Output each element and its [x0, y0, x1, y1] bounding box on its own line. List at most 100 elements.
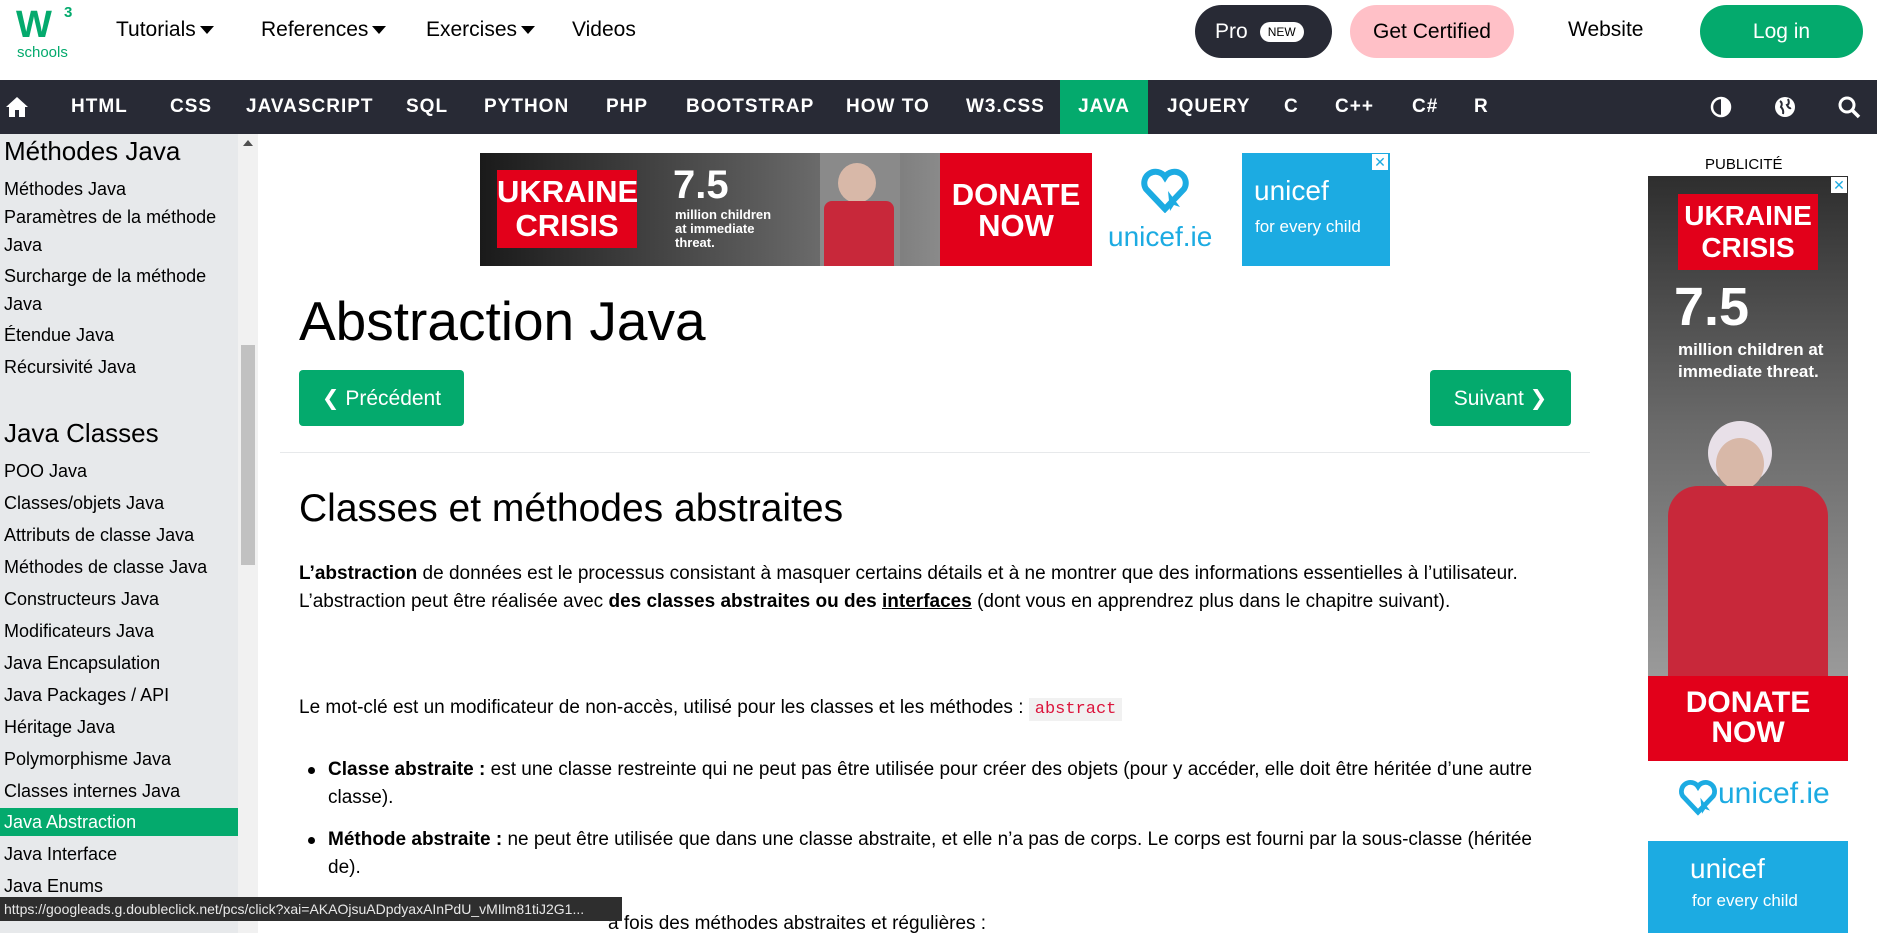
paragraph-1-text: de données est le processus consistant à… — [417, 563, 1518, 584]
side-banner-ad[interactable]: UKRAINE CRISIS 7.5 million children at i… — [1648, 176, 1848, 933]
videos-label: Videos — [572, 18, 636, 41]
references-menu[interactable]: References — [261, 18, 387, 42]
sidebar-item-oop[interactable]: POO Java — [4, 457, 232, 485]
side-heart-cursor-icon — [1678, 778, 1718, 821]
sidebar-item-abstraction[interactable]: Java Abstraction — [0, 808, 238, 836]
new-badge: NEW — [1259, 21, 1304, 42]
bullet-1-bold: Classe abstraite : — [328, 759, 486, 780]
search-icon[interactable] — [1836, 80, 1862, 134]
sidebar-item-attributes[interactable]: Attributs de classe Java — [4, 521, 232, 549]
sidebar-item-constructors[interactable]: Constructeurs Java — [4, 585, 232, 613]
w3schools-logo[interactable]: W 3 schools — [16, 4, 82, 62]
exercises-label: Exercises — [426, 18, 518, 41]
divider — [280, 452, 1590, 453]
list-item-abstract-method: Méthode abstraite : ne peut être utilisé… — [308, 826, 1568, 882]
bold-abstraction: L’abstraction — [299, 563, 418, 584]
logo-3: 3 — [64, 4, 73, 21]
list-item-abstract-class: Classe abstraite : est une classe restre… — [308, 756, 1568, 812]
nav-r[interactable]: R — [1474, 80, 1489, 134]
bullet-1-text: est une classe restreinte qui ne peut pa… — [328, 759, 1533, 808]
sidebar-item-inheritance[interactable]: Héritage Java — [4, 713, 232, 741]
sidebar: Méthodes Java Méthodes Java Paramètres d… — [0, 134, 258, 933]
sidebar-item-classes-objects[interactable]: Classes/objets Java — [4, 489, 232, 517]
videos-link[interactable]: Videos — [572, 18, 636, 42]
login-button[interactable]: Log in — [1700, 5, 1863, 58]
nav-c[interactable]: C — [1284, 80, 1299, 134]
section-heading: Classes et méthodes abstraites — [299, 487, 844, 530]
tutorials-menu[interactable]: Tutorials — [116, 18, 214, 42]
nav-java[interactable]: JAVA — [1060, 80, 1148, 134]
nav-jquery[interactable]: JQUERY — [1167, 80, 1250, 134]
sidebar-item-overloading[interactable]: Surcharge de la méthode — [4, 262, 232, 290]
sidebar-item-inner-classes[interactable]: Classes internes Java — [4, 777, 232, 805]
side-ad-site: unicef.ie — [1718, 777, 1830, 810]
exercises-menu[interactable]: Exercises — [426, 18, 536, 42]
nav-sql[interactable]: SQL — [406, 80, 448, 134]
tutorials-label: Tutorials — [116, 18, 196, 41]
sidebar-item-packages[interactable]: Java Packages / API — [4, 681, 232, 709]
nav-bootstrap[interactable]: BOOTSTRAP — [686, 80, 814, 134]
side-ad-child-face — [1716, 438, 1764, 490]
nav-csharp[interactable]: C# — [1412, 80, 1438, 134]
side-ad-child-coat — [1668, 486, 1828, 676]
logo-w: W — [16, 4, 52, 46]
page-title: Abstraction Java — [299, 290, 706, 352]
side-ad-brand: unicef — [1690, 853, 1765, 884]
sidebar-item-recursion[interactable]: Récursivité Java — [4, 353, 232, 381]
nav-python[interactable]: PYTHON — [484, 80, 569, 134]
side-ad-crisis: UKRAINE CRISIS — [1678, 194, 1818, 270]
next-button[interactable]: Suivant ❯ — [1430, 370, 1571, 426]
nav-php[interactable]: PHP — [606, 80, 648, 134]
abstract-code: abstract — [1028, 698, 1123, 721]
sidebar-item-params[interactable]: Paramètres de la méthode — [4, 203, 232, 231]
ad-label: PUBLICITÉ — [1705, 156, 1783, 173]
paragraph-2-start: L’abstraction peut être réalisée avec — [299, 591, 609, 612]
paragraph-abstraction: L’abstraction de données est le processu… — [299, 560, 1589, 616]
side-ad-caption: million children at immediate threat. — [1678, 340, 1824, 381]
nav-cpp[interactable]: C++ — [1335, 80, 1374, 134]
website-link[interactable]: Website — [1568, 18, 1643, 42]
paragraph-3-text: Le mot-clé est un modificateur de non-ac… — [299, 697, 1029, 718]
nav-html[interactable]: HTML — [71, 80, 128, 134]
bullet-2-text: ne peut être utilisée que dans une class… — [328, 829, 1532, 878]
contrast-icon[interactable] — [1708, 80, 1734, 134]
sidebar-item-scope[interactable]: Étendue Java — [4, 321, 232, 349]
pro-label: Pro — [1215, 19, 1248, 43]
nav-howto[interactable]: HOW TO — [846, 80, 930, 134]
sidebar-item-modifiers[interactable]: Modificateurs Java — [4, 617, 232, 645]
top-bar: W 3 schools Tutorials References Exercis… — [0, 0, 1877, 80]
side-ad-number: 7.5 — [1674, 277, 1750, 337]
sidebar-item-enums[interactable]: Java Enums — [4, 872, 232, 900]
get-certified-button[interactable]: Get Certified — [1350, 5, 1514, 58]
sidebar-item-polymorphism[interactable]: Polymorphisme Java — [4, 745, 232, 773]
nav-w3css[interactable]: W3.CSS — [966, 80, 1045, 134]
sidebar-item-encapsulation[interactable]: Java Encapsulation — [4, 649, 232, 677]
sidebar-item-class-methods[interactable]: Méthodes de classe Java — [4, 553, 232, 581]
sidebar-scroll-thumb[interactable] — [241, 345, 255, 565]
side-ad-donate: DONATE NOW — [1685, 686, 1811, 749]
sidebar-item-interface[interactable]: Java Interface — [4, 840, 232, 868]
nav-javascript[interactable]: JAVASCRIPT — [246, 80, 374, 134]
bullet-2-bold: Méthode abstraite : — [328, 829, 503, 850]
home-icon[interactable] — [4, 80, 30, 134]
side-ad-close-icon[interactable]: ✕ — [1831, 177, 1847, 193]
sidebar-section-methods: Méthodes Java — [4, 136, 181, 166]
paragraph-2-bold: des classes abstraites ou des — [608, 591, 883, 612]
caret-down-icon — [521, 26, 536, 34]
paragraph-keyword: Le mot-clé est un modificateur de non-ac… — [299, 694, 1589, 724]
sidebar-item-methods[interactable]: Méthodes Java — [4, 175, 232, 203]
globe-icon[interactable] — [1772, 80, 1798, 134]
scroll-up-arrow-icon[interactable] — [243, 140, 253, 146]
references-label: References — [261, 18, 369, 41]
nav-css[interactable]: CSS — [170, 80, 212, 134]
caret-down-icon — [372, 26, 387, 34]
sidebar-item-params-cont[interactable]: Java — [4, 231, 232, 259]
sidebar-section-classes: Java Classes — [4, 418, 159, 448]
previous-button[interactable]: ❮ Précédent — [299, 370, 464, 426]
paragraph-2-end: (dont vous en apprendrez plus dans le ch… — [971, 591, 1451, 612]
interfaces-link[interactable]: interfaces — [882, 591, 972, 612]
side-ad-tagline: for every child — [1692, 891, 1798, 910]
pro-button[interactable]: Pro NEW — [1195, 5, 1332, 58]
logo-text: schools — [17, 44, 68, 61]
sidebar-item-overloading-cont[interactable]: Java — [4, 290, 232, 318]
